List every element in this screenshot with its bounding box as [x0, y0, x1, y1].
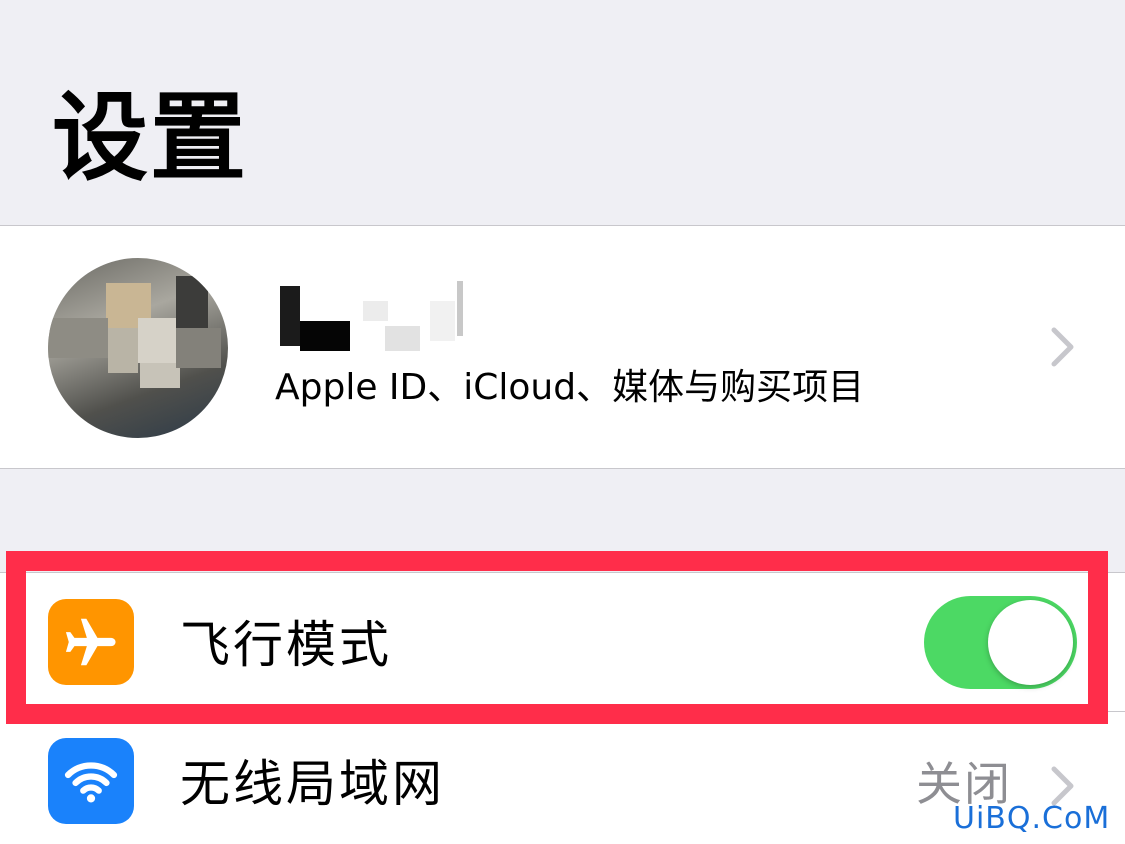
toggle-knob — [988, 600, 1073, 685]
account-name-redacted — [275, 271, 475, 356]
wifi-icon — [48, 738, 134, 824]
airplane-mode-toggle[interactable] — [924, 596, 1077, 689]
watermark: UiBQ.CoM — [953, 801, 1111, 836]
profile-subtitle: Apple ID、iCloud、媒体与购买项目 — [275, 367, 865, 408]
settings-screen: 设置 Apple ID、iCloud、媒体与购买项目 飞行模式 无线局域网 关闭… — [0, 0, 1125, 844]
chevron-right-icon — [1050, 326, 1076, 372]
apple-id-profile-row[interactable]: Apple ID、iCloud、媒体与购买项目 — [0, 225, 1125, 469]
avatar — [48, 258, 228, 438]
airplane-mode-row[interactable]: 飞行模式 — [0, 573, 1125, 713]
airplane-icon — [48, 599, 134, 685]
airplane-mode-label: 飞行模式 — [180, 616, 392, 674]
wifi-label: 无线局域网 — [180, 755, 445, 813]
page-title: 设置 — [52, 82, 248, 194]
